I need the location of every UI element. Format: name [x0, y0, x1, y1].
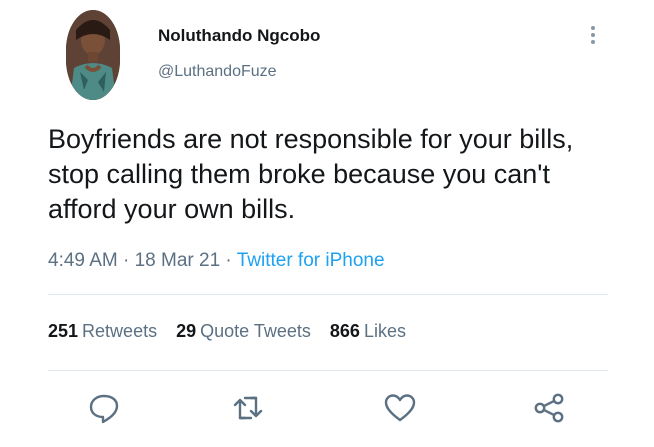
quote-tweets-label: Quote Tweets [200, 321, 311, 341]
tweet-source[interactable]: Twitter for iPhone [237, 250, 385, 271]
divider [48, 294, 608, 295]
meta-separator: · [117, 250, 135, 271]
retweet-icon [233, 396, 263, 420]
tweet-time[interactable]: 4:49 AM [48, 250, 118, 271]
profile-photo-icon [66, 10, 120, 100]
quote-tweets-stat[interactable]: 29 Quote Tweets [176, 321, 311, 342]
likes-count: 866 [329, 321, 360, 341]
reply-icon [89, 394, 119, 424]
reply-button[interactable] [87, 392, 121, 424]
likes-label: Likes [363, 321, 406, 341]
share-button[interactable] [532, 392, 566, 424]
retweets-stat[interactable]: 251 Retweets [48, 321, 157, 342]
like-button[interactable] [383, 392, 417, 424]
heart-icon [384, 394, 416, 422]
more-options-icon[interactable] [585, 24, 601, 50]
meta-separator: · [220, 250, 237, 271]
author-handle[interactable]: @LuthandoFuze [158, 63, 277, 81]
avatar[interactable] [66, 10, 120, 100]
divider [48, 370, 608, 371]
likes-stat[interactable]: 866 Likes [330, 321, 406, 342]
tweet-date[interactable]: 18 Mar 21 [135, 250, 221, 271]
share-icon [534, 393, 564, 423]
retweets-label: Retweets [82, 321, 158, 341]
tweet-text: Boyfriends are not responsible for your … [48, 124, 574, 224]
author-display-name[interactable]: Noluthando Ngcobo [158, 26, 320, 46]
retweets-count: 251 [48, 321, 79, 341]
retweet-button[interactable] [231, 392, 265, 424]
tweet-meta: 4:49 AM · 18 Mar 21 · Twitter for iPhone [48, 250, 385, 272]
tweet-stats: 251 Retweets 29 Quote Tweets 866 Likes [48, 321, 420, 342]
quote-tweets-count: 29 [176, 321, 197, 341]
